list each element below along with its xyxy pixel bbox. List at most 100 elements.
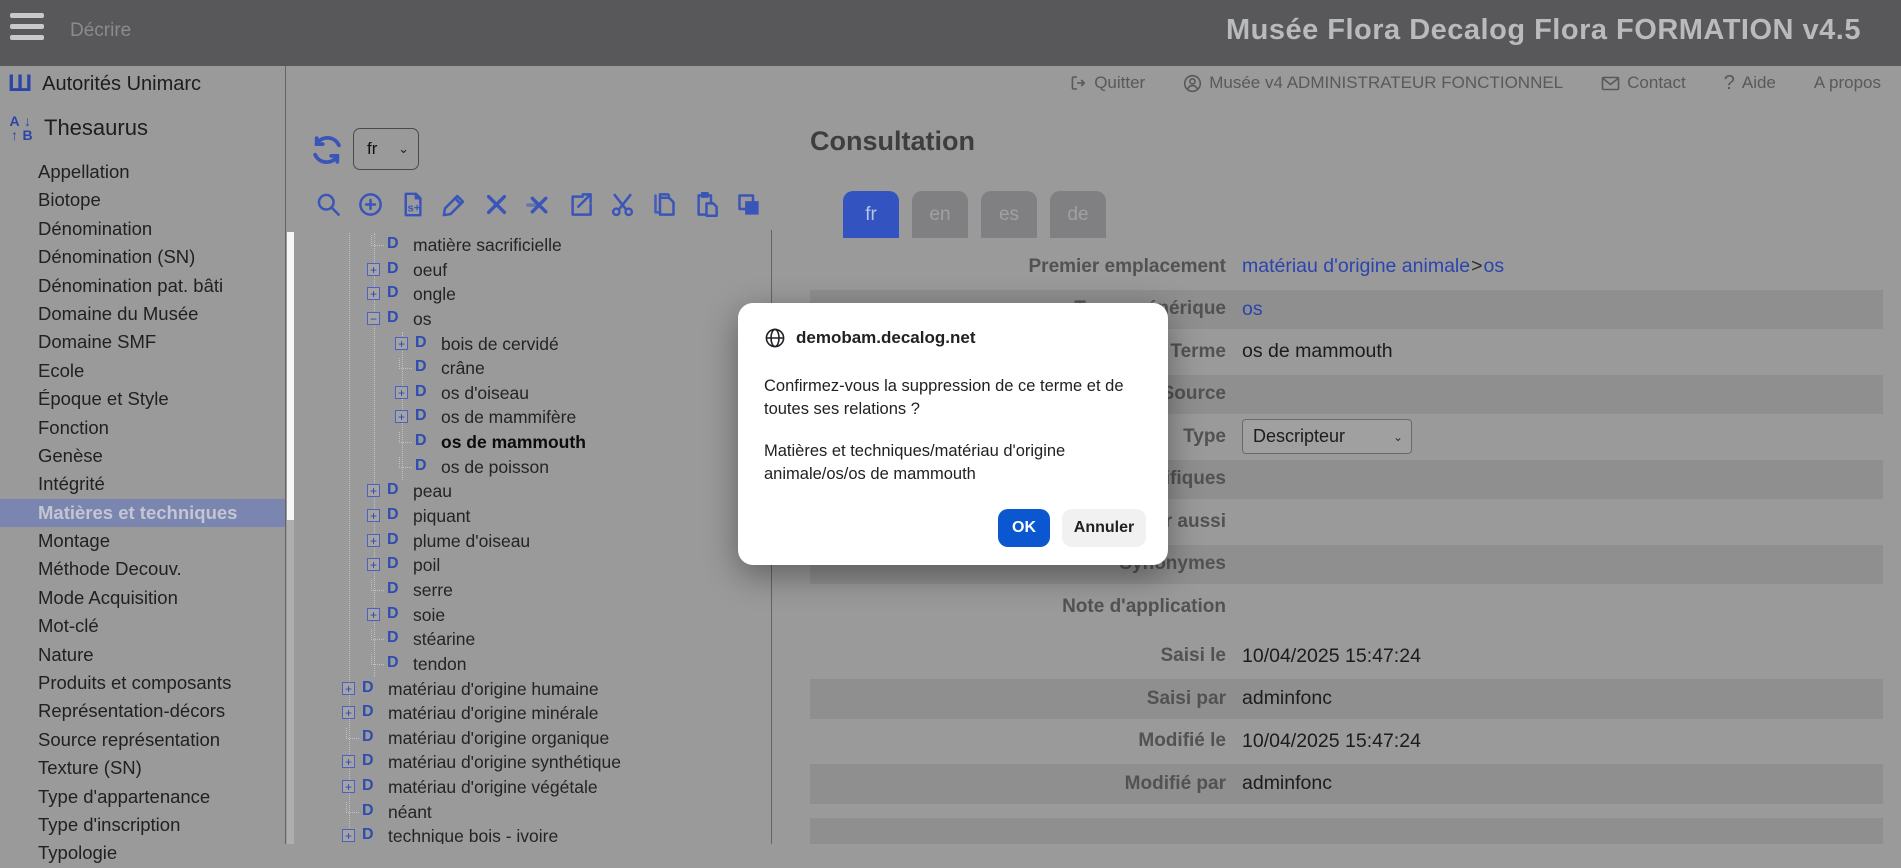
tree-term-label[interactable]: os — [413, 309, 431, 330]
hamburger-menu-icon[interactable] — [10, 13, 44, 53]
sidebar-item-d-nomination[interactable]: Dénomination — [0, 215, 285, 243]
edit-button[interactable] — [441, 191, 468, 218]
descriptor-icon: D — [362, 752, 374, 770]
tree-term-label[interactable]: stéarine — [413, 629, 475, 650]
expand-icon[interactable]: + — [367, 287, 380, 300]
sidebar-item-gen-se[interactable]: Genèse — [0, 442, 285, 470]
tree-language-select[interactable]: fr ⌄ — [353, 128, 419, 170]
tree-term-label[interactable]: poil — [413, 555, 440, 576]
tree-term-label[interactable]: matériau d'origine minérale — [388, 703, 599, 724]
sidebar-item-source-repr-sentation[interactable]: Source représentation — [0, 726, 285, 754]
sidebar-item-repr-sentation-d-cors[interactable]: Représentation-décors — [0, 697, 285, 725]
tab-lang-es[interactable]: es — [981, 191, 1037, 238]
expand-icon[interactable]: + — [367, 608, 380, 621]
tree-term-label[interactable]: matériau d'origine organique — [388, 728, 609, 749]
tree-term-label[interactable]: peau — [413, 481, 452, 502]
paste-button[interactable] — [693, 191, 720, 218]
add-term-button[interactable] — [357, 191, 384, 218]
duplicate-button[interactable] — [735, 191, 762, 218]
tree-term-label[interactable]: bois de cervidé — [441, 334, 559, 355]
tree-term-label[interactable]: os de mammouth — [441, 432, 586, 453]
sidebar-item-montage[interactable]: Montage — [0, 527, 285, 555]
tree-term-label[interactable]: ongle — [413, 284, 456, 305]
sidebar-item-int-grit-[interactable]: Intégrité — [0, 470, 285, 498]
expand-icon[interactable]: + — [342, 706, 355, 719]
expand-icon[interactable]: + — [395, 410, 408, 423]
sidebar-section-thesaurus[interactable]: A↓↑B Thesaurus — [8, 114, 148, 142]
tree-term-label[interactable]: matière sacrificielle — [413, 235, 562, 256]
expand-icon[interactable]: + — [367, 509, 380, 522]
sidebar-item-d-nomination-sn-[interactable]: Dénomination (SN) — [0, 243, 285, 271]
copy-button[interactable] — [651, 191, 678, 218]
sidebar-item-mot-cl-[interactable]: Mot-clé — [0, 612, 285, 640]
open-external-button[interactable] — [567, 191, 594, 218]
tree-term-label[interactable]: crâne — [441, 358, 485, 379]
aide-link[interactable]: ? Aide — [1724, 72, 1776, 95]
sidebar-item-m-thode-decouv-[interactable]: Méthode Decouv. — [0, 555, 285, 583]
sidebar-item-texture-sn-[interactable]: Texture (SN) — [0, 754, 285, 782]
tree-term-label[interactable]: matériau d'origine végétale — [388, 777, 598, 798]
sidebar-item-appellation[interactable]: Appellation — [0, 158, 285, 186]
sidebar-item-produits-et-composants[interactable]: Produits et composants — [0, 669, 285, 697]
sidebar-item-nature[interactable]: Nature — [0, 641, 285, 669]
sidebar-item--poque-et-style[interactable]: Époque et Style — [0, 385, 285, 413]
field-value: Descripteur⌄ — [1242, 419, 1412, 454]
collapse-icon[interactable]: − — [367, 312, 380, 325]
field-value: os — [1242, 298, 1263, 321]
expand-icon[interactable]: + — [342, 682, 355, 695]
tab-lang-fr[interactable]: fr — [843, 191, 899, 238]
expand-icon[interactable]: + — [367, 263, 380, 276]
tree-term-label[interactable]: matériau d'origine synthétique — [388, 752, 621, 773]
unlink-button[interactable] — [525, 191, 552, 218]
expand-icon[interactable]: + — [367, 484, 380, 497]
expand-icon[interactable]: + — [367, 558, 380, 571]
tree-term-label[interactable]: technique bois - ivoire — [388, 826, 558, 844]
sidebar-item-biotope[interactable]: Biotope — [0, 186, 285, 214]
expand-icon[interactable]: + — [395, 337, 408, 350]
sidebar-item-domaine-smf[interactable]: Domaine SMF — [0, 328, 285, 356]
tree-term-label[interactable]: matériau d'origine humaine — [388, 679, 599, 700]
tree-row: Dstéarine — [288, 627, 771, 652]
tree-term-label[interactable]: tendon — [413, 654, 467, 675]
cancel-button[interactable]: Annuler — [1062, 509, 1146, 547]
expand-icon[interactable]: + — [367, 534, 380, 547]
tab-lang-de[interactable]: de — [1050, 191, 1106, 238]
expand-icon[interactable]: + — [342, 829, 355, 842]
sidebar-item-type-d-inscription[interactable]: Type d'inscription — [0, 811, 285, 839]
ok-button[interactable]: OK — [998, 509, 1050, 547]
type-select[interactable]: Descripteur⌄ — [1242, 419, 1412, 454]
contact-link[interactable]: Contact — [1601, 73, 1686, 93]
sidebar-item-ecole[interactable]: Ecole — [0, 357, 285, 385]
sidebar-item-type-d-appartenance[interactable]: Type d'appartenance — [0, 783, 285, 811]
quitter-link[interactable]: Quitter — [1069, 73, 1145, 93]
term-link[interactable]: matériau d'origine animale — [1242, 255, 1470, 278]
tree-term-label[interactable]: plume d'oiseau — [413, 531, 530, 552]
new-document-button[interactable]: s+ — [399, 191, 426, 218]
apropos-link[interactable]: A propos — [1814, 73, 1881, 93]
expand-icon[interactable]: + — [342, 755, 355, 768]
sidebar-item-d-nomination-pat-b-ti[interactable]: Dénomination pat. bâti — [0, 272, 285, 300]
tree-term-label[interactable]: os de mammifère — [441, 407, 576, 428]
term-link[interactable]: os — [1242, 298, 1263, 321]
tab-lang-en[interactable]: en — [912, 191, 968, 238]
tree-term-label[interactable]: piquant — [413, 506, 470, 527]
cut-button[interactable] — [609, 191, 636, 218]
tree-term-label[interactable]: os de poisson — [441, 457, 549, 478]
sidebar-item-domaine-du-mus-e[interactable]: Domaine du Musée — [0, 300, 285, 328]
tree-term-label[interactable]: serre — [413, 580, 453, 601]
tree-term-label[interactable]: oeuf — [413, 260, 447, 281]
expand-icon[interactable]: + — [342, 780, 355, 793]
sidebar-item-mode-acquisition[interactable]: Mode Acquisition — [0, 584, 285, 612]
delete-button[interactable] — [483, 191, 510, 218]
user-account[interactable]: Musée v4 ADMINISTRATEUR FONCTIONNEL — [1183, 73, 1563, 93]
search-button[interactable] — [315, 191, 342, 218]
tree-term-label[interactable]: os d'oiseau — [441, 383, 529, 404]
expand-icon[interactable]: + — [395, 386, 408, 399]
sidebar-section-autorites-unimarc[interactable]: Ш Autorités Unimarc — [8, 72, 201, 96]
tree-term-label[interactable]: néant — [388, 802, 432, 823]
tree-term-label[interactable]: soie — [413, 605, 445, 626]
sidebar-item-fonction[interactable]: Fonction — [0, 414, 285, 442]
term-link[interactable]: os — [1484, 255, 1505, 278]
refresh-button[interactable] — [308, 131, 346, 169]
sidebar-item-mati-res-et-techniques[interactable]: Matières et techniques — [0, 499, 285, 527]
